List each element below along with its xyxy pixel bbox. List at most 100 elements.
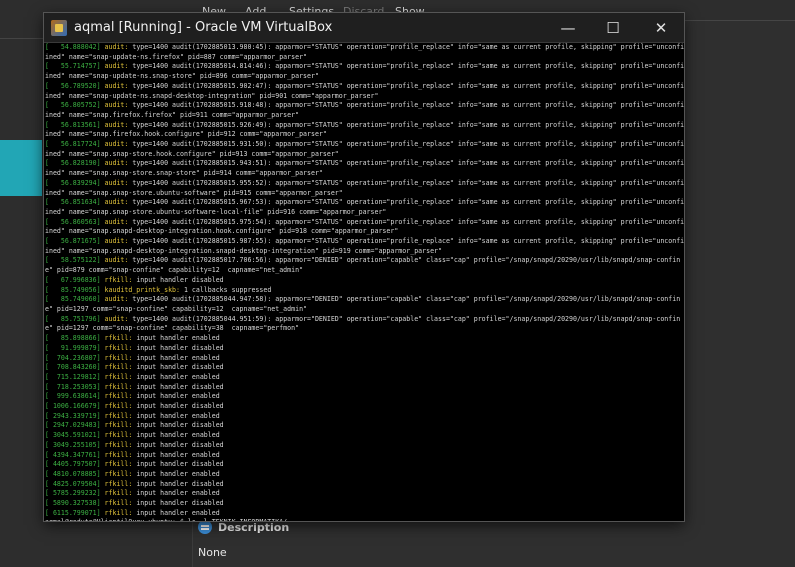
console-message: input handler enabled <box>132 334 220 343</box>
console-line: ined" name="snap.firefox.firefox" pid=91… <box>45 111 684 121</box>
console-message: input handler enabled <box>132 508 220 517</box>
console-timestamp: [ 718.253053] <box>45 382 105 391</box>
console-message: type=1400 audit(1702885017.706:56): appa… <box>128 256 681 265</box>
console-line: [ 85.749056] kauditd_printk_skb: 1 callb… <box>45 286 684 296</box>
console-message: input handler enabled <box>132 489 220 498</box>
console-message: input handler enabled <box>132 372 220 381</box>
console-line: [ 56.813561] audit: type=1400 audit(1702… <box>45 121 684 131</box>
console-line: e" pid=1297 comm="snap-confine" capabili… <box>45 305 684 315</box>
console-message: ined" name="snap-update-ns.firefox" pid=… <box>45 52 308 61</box>
console-timestamp: [ 55.714757] <box>45 62 105 71</box>
description-section-header[interactable]: Description <box>198 520 289 534</box>
console-timestamp: [ 3045.591021] <box>45 431 105 440</box>
console-timestamp: [ 56.860563] <box>45 217 105 226</box>
console-timestamp: [ 56.817724] <box>45 140 105 149</box>
console-message: ined" name="snap-update-ns.snap-store" p… <box>45 72 319 81</box>
console-message: input handler disabled <box>132 421 224 430</box>
console-message: e" pid=1297 comm="snap-confine" capabili… <box>45 304 308 313</box>
console-message: type=1400 audit(1702885014.814:46): appa… <box>128 62 684 71</box>
console-line: [ 56.839294] audit: type=1400 audit(1702… <box>45 179 684 189</box>
console-line: [ 1006.166679] rfkill: input handler dis… <box>45 402 684 412</box>
console-message: 1 callbacks suppressed <box>179 285 272 294</box>
console-line: [ 56.871675] audit: type=1400 audit(1702… <box>45 237 684 247</box>
console-line: [ 999.638614] rfkill: input handler enab… <box>45 392 684 402</box>
console-message: type=1400 audit(1702885015.902:47): appa… <box>128 81 684 90</box>
console-message: ined" name="snap.firefox.hook.configure"… <box>45 130 327 139</box>
console-timestamp: [ 56.828190] <box>45 159 105 168</box>
maximize-button[interactable]: ☐ <box>591 13 635 42</box>
console-timestamp: [ 715.129812] <box>45 372 105 381</box>
console-subsystem: rfkill: <box>104 392 133 401</box>
console-subsystem: rfkill: <box>104 479 133 488</box>
console-message: input handler disabled <box>132 402 224 411</box>
console-line: ined" name="snap.snap-store.snap-store" … <box>45 169 684 179</box>
console-message: type=1400 audit(1702885015.918:48): appa… <box>128 101 684 110</box>
console-message: e" pid=879 comm="snap-confine" capabilit… <box>45 266 304 275</box>
console-timestamp: [ 56.813561] <box>45 120 105 129</box>
console-line: e" pid=1297 comm="snap-confine" capabili… <box>45 324 684 334</box>
console-subsystem: audit: <box>104 237 129 246</box>
console-message: ined" name="snap.firefox.firefox" pid=91… <box>45 110 300 119</box>
console-line: ined" name="snap-update-ns.snap-store" p… <box>45 72 684 82</box>
console-message: input handler disabled <box>132 343 224 352</box>
console-output: [ 54.888042] audit: type=1400 audit(1702… <box>44 43 684 521</box>
vm-console-screen[interactable]: [ 54.888042] audit: type=1400 audit(1702… <box>44 43 684 521</box>
console-message: type=1400 audit(1702885015.955:52): appa… <box>128 178 684 187</box>
console-line: [ 5785.299232] rfkill: input handler ena… <box>45 489 684 499</box>
console-line: [ 85.751796] audit: type=1400 audit(1702… <box>45 315 684 325</box>
console-line: ined" name="snap.snap-store.hook.configu… <box>45 150 684 160</box>
console-timestamp: [ 4825.079504] <box>45 479 105 488</box>
console-subsystem: audit: <box>104 120 129 129</box>
console-subsystem: audit: <box>104 198 129 207</box>
console-subsystem: rfkill: <box>104 460 133 469</box>
console-line: [ 85.749060] audit: type=1400 audit(1702… <box>45 295 684 305</box>
console-message: input handler enabled <box>132 411 220 420</box>
console-line: [ 2943.339719] rfkill: input handler ena… <box>45 412 684 422</box>
minimize-button[interactable]: — <box>546 13 590 42</box>
description-value: None <box>198 546 227 559</box>
console-subsystem: rfkill: <box>104 411 133 420</box>
vm-titlebar[interactable]: aqmal [Running] - Oracle VM VirtualBox —… <box>44 13 684 43</box>
console-timestamp: [ 2943.339719] <box>45 411 105 420</box>
console-timestamp: [ 67.996836] <box>45 275 105 284</box>
shell-prompt[interactable]: aqmal@roduto@Uliantil9uru-ubuntu:~$ ls -… <box>45 518 684 521</box>
console-timestamp: [ 4394.347761] <box>45 450 105 459</box>
console-message: input handler disabled <box>132 382 224 391</box>
console-timestamp: [ 5890.327538] <box>45 499 105 508</box>
console-line: [ 85.898866] rfkill: input handler enabl… <box>45 334 684 344</box>
console-line: [ 4825.079504] rfkill: input handler dis… <box>45 480 684 490</box>
console-message: ined" name="snap.snapd-desktop-integrati… <box>45 246 442 255</box>
console-subsystem: audit: <box>104 256 129 265</box>
console-message: type=1400 audit(1702885015.987:55): appa… <box>128 237 684 246</box>
console-subsystem: rfkill: <box>104 334 133 343</box>
console-timestamp: [ 1006.166679] <box>45 402 105 411</box>
console-timestamp: [ 56.839294] <box>45 178 105 187</box>
console-subsystem: audit: <box>104 81 129 90</box>
console-message: input handler disabled <box>132 460 224 469</box>
console-line: ined" name="snap.snapd-desktop-integrati… <box>45 247 684 257</box>
console-line: [ 715.129812] rfkill: input handler enab… <box>45 373 684 383</box>
console-line: [ 56.817724] audit: type=1400 audit(1702… <box>45 140 684 150</box>
speech-bubble-icon <box>198 520 212 534</box>
console-timestamp: [ 56.805752] <box>45 101 105 110</box>
selected-vm-highlight[interactable] <box>0 140 42 196</box>
virtualbox-logo-icon <box>51 20 67 36</box>
console-line: [ 704.236807] rfkill: input handler enab… <box>45 354 684 364</box>
console-message: e" pid=1297 comm="snap-confine" capabili… <box>45 324 300 333</box>
console-subsystem: kauditd_printk_skb: <box>104 285 180 294</box>
console-timestamp: [ 54.888042] <box>45 43 105 51</box>
console-subsystem: rfkill: <box>104 275 133 284</box>
console-line: [ 4405.797507] rfkill: input handler dis… <box>45 460 684 470</box>
console-timestamp: [ 4810.078885] <box>45 469 105 478</box>
console-line: [ 67.996836] rfkill: input handler disab… <box>45 276 684 286</box>
console-subsystem: rfkill: <box>104 499 133 508</box>
vm-window-title: aqmal [Running] - Oracle VM VirtualBox <box>74 20 333 35</box>
console-message: type=1400 audit(1702885015.931:50): appa… <box>128 140 684 149</box>
vm-window[interactable]: aqmal [Running] - Oracle VM VirtualBox —… <box>44 13 684 521</box>
close-button[interactable]: ✕ <box>639 13 683 42</box>
console-subsystem: rfkill: <box>104 431 133 440</box>
console-message: type=1400 audit(1702885013.980:45): appa… <box>128 43 684 51</box>
console-line: ined" name="snap-update-ns.snapd-desktop… <box>45 92 684 102</box>
console-subsystem: audit: <box>104 159 129 168</box>
console-timestamp: [ 56.851634] <box>45 198 105 207</box>
